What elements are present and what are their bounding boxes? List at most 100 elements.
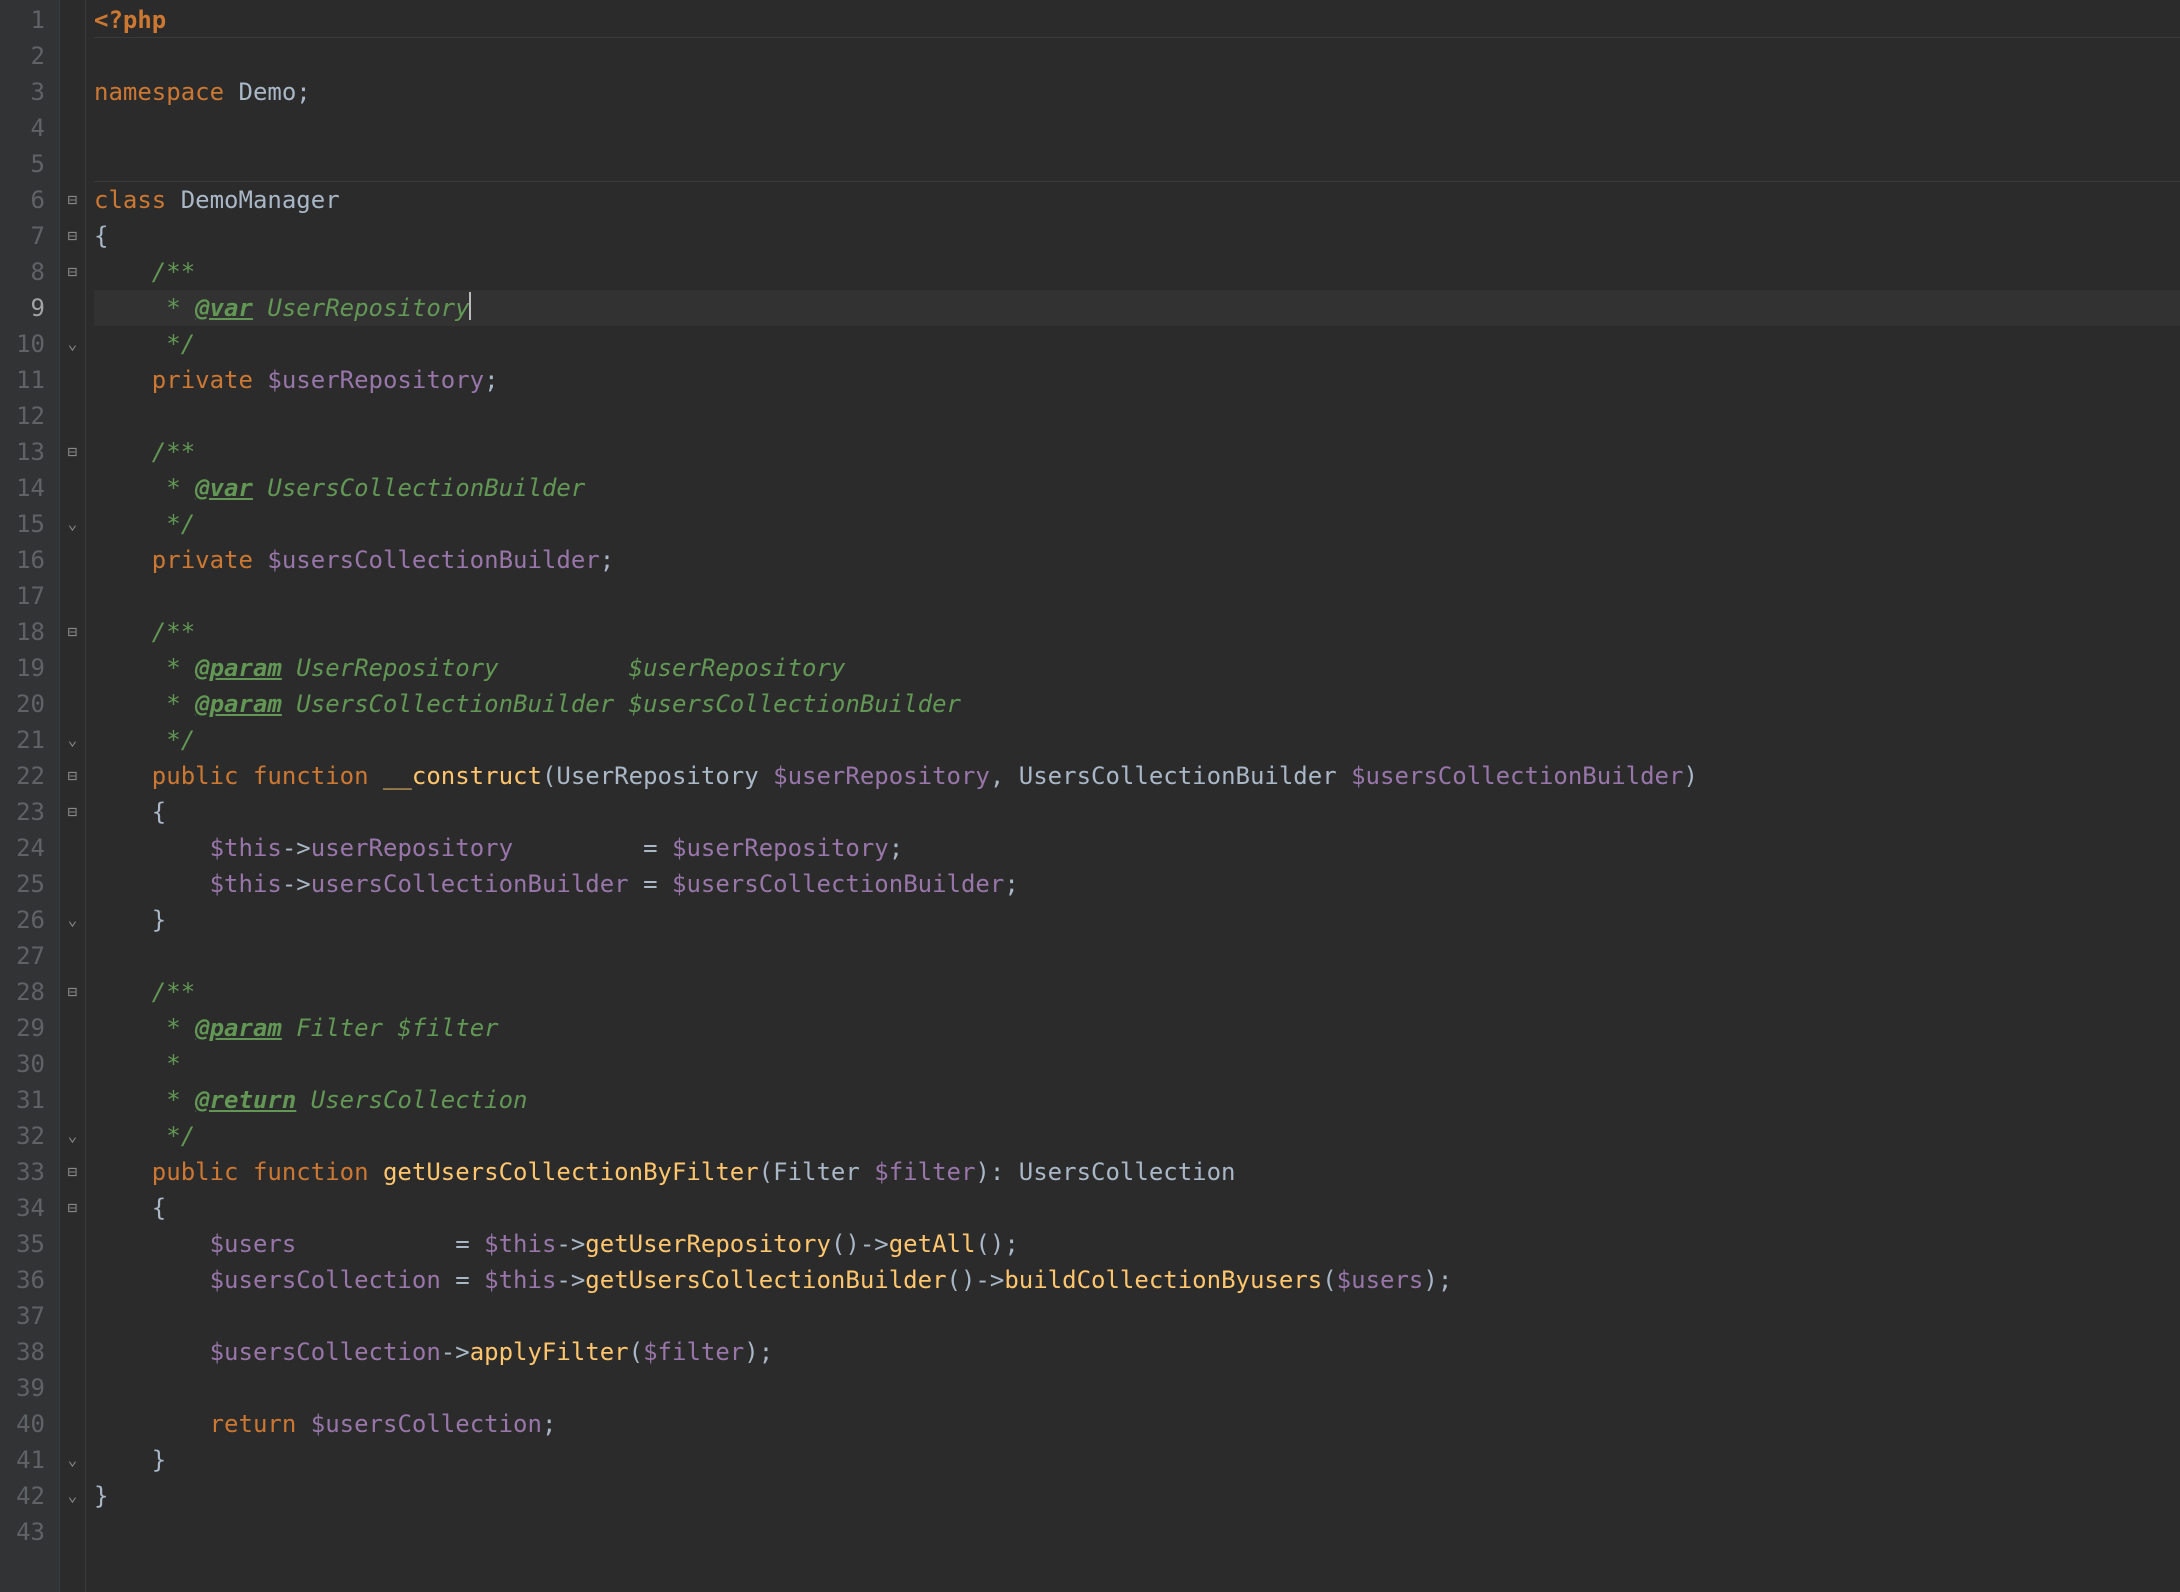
line-number-gutter[interactable]: 1234567891011121314151617181920212223242… — [0, 0, 60, 1592]
fold-close-icon[interactable]: ⌄ — [60, 1442, 85, 1478]
line-number[interactable]: 3 — [0, 74, 45, 110]
line-number[interactable]: 43 — [0, 1514, 45, 1550]
code-line[interactable]: * @param Filter $filter — [94, 1010, 2180, 1046]
code-line[interactable] — [94, 110, 2180, 146]
line-number[interactable]: 4 — [0, 110, 45, 146]
code-line[interactable]: namespace Demo; — [94, 74, 2180, 110]
code-line[interactable]: * @var UsersCollectionBuilder — [94, 470, 2180, 506]
code-line[interactable]: $usersCollection = $this->getUsersCollec… — [94, 1262, 2180, 1298]
code-line[interactable]: { — [94, 1190, 2180, 1226]
code-line[interactable]: private $userRepository; — [94, 362, 2180, 398]
fold-open-icon[interactable]: ⊟ — [60, 254, 85, 290]
code-line[interactable]: * — [94, 1046, 2180, 1082]
code-line[interactable] — [94, 938, 2180, 974]
fold-open-icon[interactable]: ⊟ — [60, 614, 85, 650]
code-line[interactable]: $users = $this->getUserRepository()->get… — [94, 1226, 2180, 1262]
code-line[interactable]: /** — [94, 254, 2180, 290]
line-number[interactable]: 27 — [0, 938, 45, 974]
fold-open-icon[interactable]: ⊟ — [60, 794, 85, 830]
line-number[interactable]: 2 — [0, 38, 45, 74]
code-line[interactable]: $this->userRepository = $userRepository; — [94, 830, 2180, 866]
line-number[interactable]: 28 — [0, 974, 45, 1010]
line-number[interactable]: 40 — [0, 1406, 45, 1442]
line-number[interactable]: 8 — [0, 254, 45, 290]
fold-close-icon[interactable]: ⌄ — [60, 1118, 85, 1154]
code-line[interactable]: * @param UsersCollectionBuilder $usersCo… — [94, 686, 2180, 722]
line-number[interactable]: 26 — [0, 902, 45, 938]
line-number[interactable]: 1 — [0, 2, 45, 38]
fold-close-icon[interactable]: ⌄ — [60, 902, 85, 938]
fold-close-icon[interactable]: ⌄ — [60, 1478, 85, 1514]
line-number[interactable]: 29 — [0, 1010, 45, 1046]
code-line[interactable]: */ — [94, 506, 2180, 542]
code-line[interactable]: return $usersCollection; — [94, 1406, 2180, 1442]
code-line[interactable]: class DemoManager — [94, 182, 2180, 218]
line-number[interactable]: 18 — [0, 614, 45, 650]
line-number[interactable]: 32 — [0, 1118, 45, 1154]
code-line[interactable]: public function __construct(UserReposito… — [94, 758, 2180, 794]
line-number[interactable]: 12 — [0, 398, 45, 434]
fold-open-icon[interactable]: ⊟ — [60, 974, 85, 1010]
code-line[interactable] — [94, 1514, 2180, 1550]
code-line[interactable]: * @var UserRepository — [94, 290, 2180, 326]
code-line[interactable] — [94, 146, 2180, 182]
code-line[interactable]: { — [94, 218, 2180, 254]
code-line[interactable]: public function getUsersCollectionByFilt… — [94, 1154, 2180, 1190]
fold-close-icon[interactable]: ⌄ — [60, 722, 85, 758]
line-number[interactable]: 24 — [0, 830, 45, 866]
fold-open-icon[interactable]: ⊟ — [60, 182, 85, 218]
line-number[interactable]: 5 — [0, 146, 45, 182]
code-line[interactable]: { — [94, 794, 2180, 830]
line-number[interactable]: 25 — [0, 866, 45, 902]
code-line[interactable]: */ — [94, 1118, 2180, 1154]
fold-open-icon[interactable]: ⊟ — [60, 758, 85, 794]
line-number[interactable]: 38 — [0, 1334, 45, 1370]
line-number[interactable]: 34 — [0, 1190, 45, 1226]
fold-open-icon[interactable]: ⊟ — [60, 1190, 85, 1226]
fold-open-icon[interactable]: ⊟ — [60, 218, 85, 254]
line-number[interactable]: 10 — [0, 326, 45, 362]
fold-open-icon[interactable]: ⊟ — [60, 434, 85, 470]
code-line[interactable]: } — [94, 1478, 2180, 1514]
line-number[interactable]: 39 — [0, 1370, 45, 1406]
line-number[interactable]: 41 — [0, 1442, 45, 1478]
line-number[interactable]: 20 — [0, 686, 45, 722]
line-number[interactable]: 42 — [0, 1478, 45, 1514]
code-line[interactable]: $usersCollection->applyFilter($filter); — [94, 1334, 2180, 1370]
line-number[interactable]: 23 — [0, 794, 45, 830]
code-line[interactable]: /** — [94, 434, 2180, 470]
line-number[interactable]: 14 — [0, 470, 45, 506]
code-editor[interactable]: 1234567891011121314151617181920212223242… — [0, 0, 2180, 1592]
line-number[interactable]: 16 — [0, 542, 45, 578]
line-number[interactable]: 19 — [0, 650, 45, 686]
code-line[interactable]: <?php — [94, 2, 2180, 38]
code-line[interactable]: } — [94, 1442, 2180, 1478]
code-line[interactable] — [94, 398, 2180, 434]
code-line[interactable]: */ — [94, 326, 2180, 362]
code-line[interactable]: * @param UserRepository $userRepository — [94, 650, 2180, 686]
code-line[interactable]: */ — [94, 722, 2180, 758]
code-line[interactable]: /** — [94, 974, 2180, 1010]
line-number[interactable]: 7 — [0, 218, 45, 254]
code-line[interactable]: $this->usersCollectionBuilder = $usersCo… — [94, 866, 2180, 902]
line-number[interactable]: 21 — [0, 722, 45, 758]
line-number[interactable]: 17 — [0, 578, 45, 614]
fold-close-icon[interactable]: ⌄ — [60, 506, 85, 542]
line-number[interactable]: 9 — [0, 290, 45, 326]
code-line[interactable] — [94, 1370, 2180, 1406]
line-number[interactable]: 33 — [0, 1154, 45, 1190]
code-line[interactable]: /** — [94, 614, 2180, 650]
line-number[interactable]: 35 — [0, 1226, 45, 1262]
code-line[interactable] — [94, 578, 2180, 614]
line-number[interactable]: 37 — [0, 1298, 45, 1334]
code-line[interactable]: * @return UsersCollection — [94, 1082, 2180, 1118]
line-number[interactable]: 15 — [0, 506, 45, 542]
line-number[interactable]: 31 — [0, 1082, 45, 1118]
code-line[interactable]: private $usersCollectionBuilder; — [94, 542, 2180, 578]
fold-open-icon[interactable]: ⊟ — [60, 1154, 85, 1190]
code-line[interactable]: } — [94, 902, 2180, 938]
code-line[interactable] — [94, 38, 2180, 74]
code-line[interactable] — [94, 1298, 2180, 1334]
line-number[interactable]: 36 — [0, 1262, 45, 1298]
line-number[interactable]: 30 — [0, 1046, 45, 1082]
